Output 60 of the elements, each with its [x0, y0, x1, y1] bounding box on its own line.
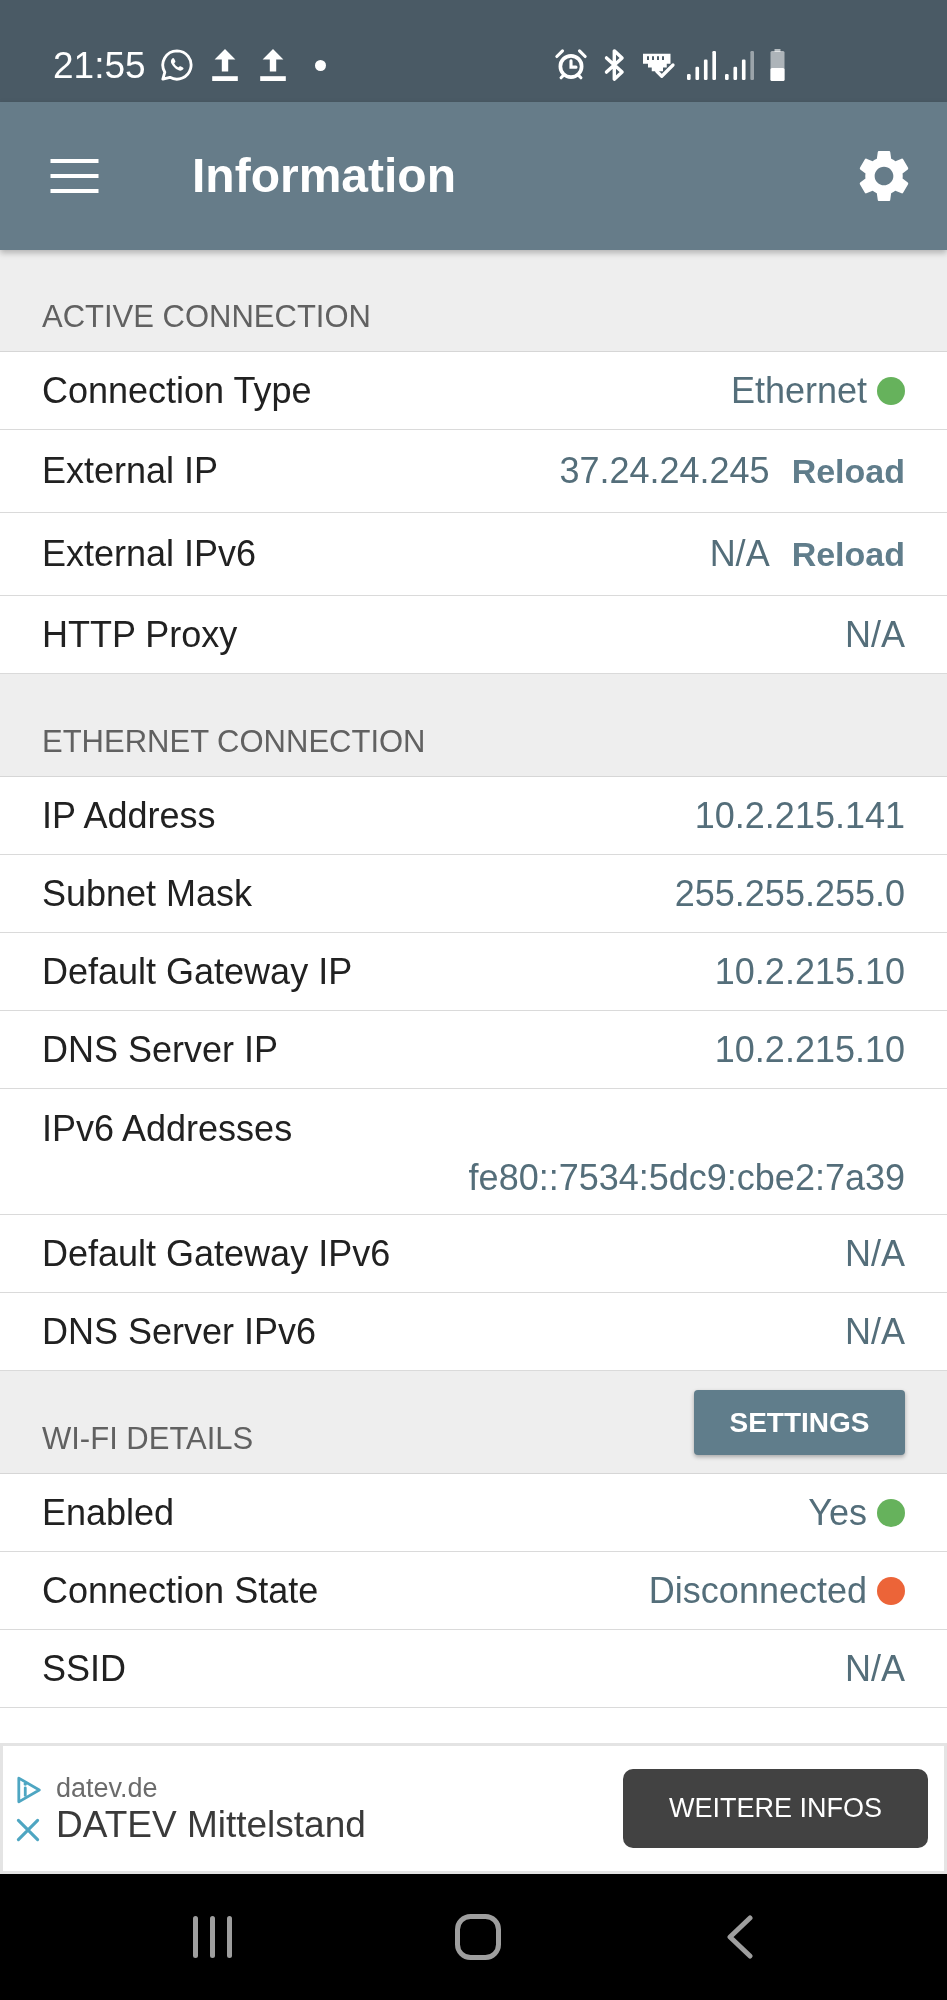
signal-bars-icon	[687, 50, 716, 80]
upload-icon	[259, 49, 286, 81]
menu-icon	[50, 159, 99, 193]
dot-icon	[314, 59, 326, 71]
row-value: 10.2.215.10	[714, 951, 905, 992]
row-value: N/A	[709, 534, 770, 574]
ad-button[interactable]: WEITERE INFOS	[623, 1769, 928, 1848]
three-bars-icon	[193, 1916, 233, 1958]
row-value: Disconnected	[648, 1570, 867, 1611]
ad-domain: datev.de	[56, 1771, 159, 1804]
row-value: 10.2.215.10	[714, 1029, 905, 1070]
row-value: N/A	[845, 614, 905, 655]
row-value: Yes	[808, 1492, 867, 1533]
bluetooth-icon	[603, 48, 627, 82]
recent-apps-button[interactable]	[191, 1915, 235, 1959]
upload-icon	[211, 49, 238, 81]
row-value: N/A	[845, 1233, 905, 1274]
row-value: 255.255.255.0	[674, 873, 905, 914]
alarm-clock-icon	[554, 48, 588, 82]
row-value: 37.24.24.245	[559, 451, 770, 491]
row-label: Connection Type	[42, 370, 312, 411]
row-label: DNS Server IPv6	[42, 1311, 317, 1352]
settings-button[interactable]: SETTINGS	[694, 1390, 905, 1455]
row-value: Ethernet	[730, 370, 867, 411]
close-icon[interactable]	[16, 1817, 40, 1842]
chevron-left-icon	[727, 1915, 753, 1959]
row-label: External IP	[42, 451, 219, 491]
section-title: WI-FI DETAILS	[42, 1421, 254, 1457]
chat-bubble-phone-icon	[159, 48, 194, 82]
row-label: SSID	[42, 1648, 127, 1689]
ad-title: DATEV Mittelstand	[56, 1803, 366, 1846]
row-value: fe80::7534:5dc9:cbe2:7a39	[468, 1158, 905, 1198]
menu-button[interactable]	[50, 159, 99, 193]
battery-icon	[767, 49, 788, 81]
back-button[interactable]	[727, 1915, 753, 1959]
rounded-square-icon	[455, 1914, 501, 1960]
row-label: Subnet Mask	[42, 873, 253, 914]
row-label: Default Gateway IPv6	[42, 1233, 391, 1274]
row-label: IPv6 Addresses	[42, 1109, 294, 1149]
row-value: 10.2.215.141	[694, 795, 905, 836]
settings-icon	[859, 150, 909, 202]
row-label: DNS Server IP	[42, 1029, 279, 1070]
ad-info-icon[interactable]	[14, 1775, 42, 1804]
row-label: External IPv6	[42, 534, 257, 574]
row-label: Enabled	[42, 1492, 175, 1533]
clock-time: 21:55	[53, 46, 146, 84]
row-label: Default Gateway IP	[42, 951, 353, 992]
row-label: Connection State	[42, 1570, 319, 1611]
reload-link[interactable]: Reload	[791, 534, 905, 574]
section-title: ACTIVE CONNECTION	[42, 299, 371, 335]
signal-bars-icon	[725, 50, 754, 80]
row-value: N/A	[845, 1648, 905, 1689]
row-label: IP Address	[42, 795, 216, 836]
row-label: HTTP Proxy	[42, 614, 238, 655]
home-button[interactable]	[455, 1914, 501, 1960]
settings-button[interactable]	[859, 150, 909, 202]
reload-link[interactable]: Reload	[791, 451, 905, 491]
row-value: N/A	[845, 1311, 905, 1352]
section-title: ETHERNET CONNECTION	[42, 724, 426, 760]
page-title: Information	[192, 152, 456, 200]
